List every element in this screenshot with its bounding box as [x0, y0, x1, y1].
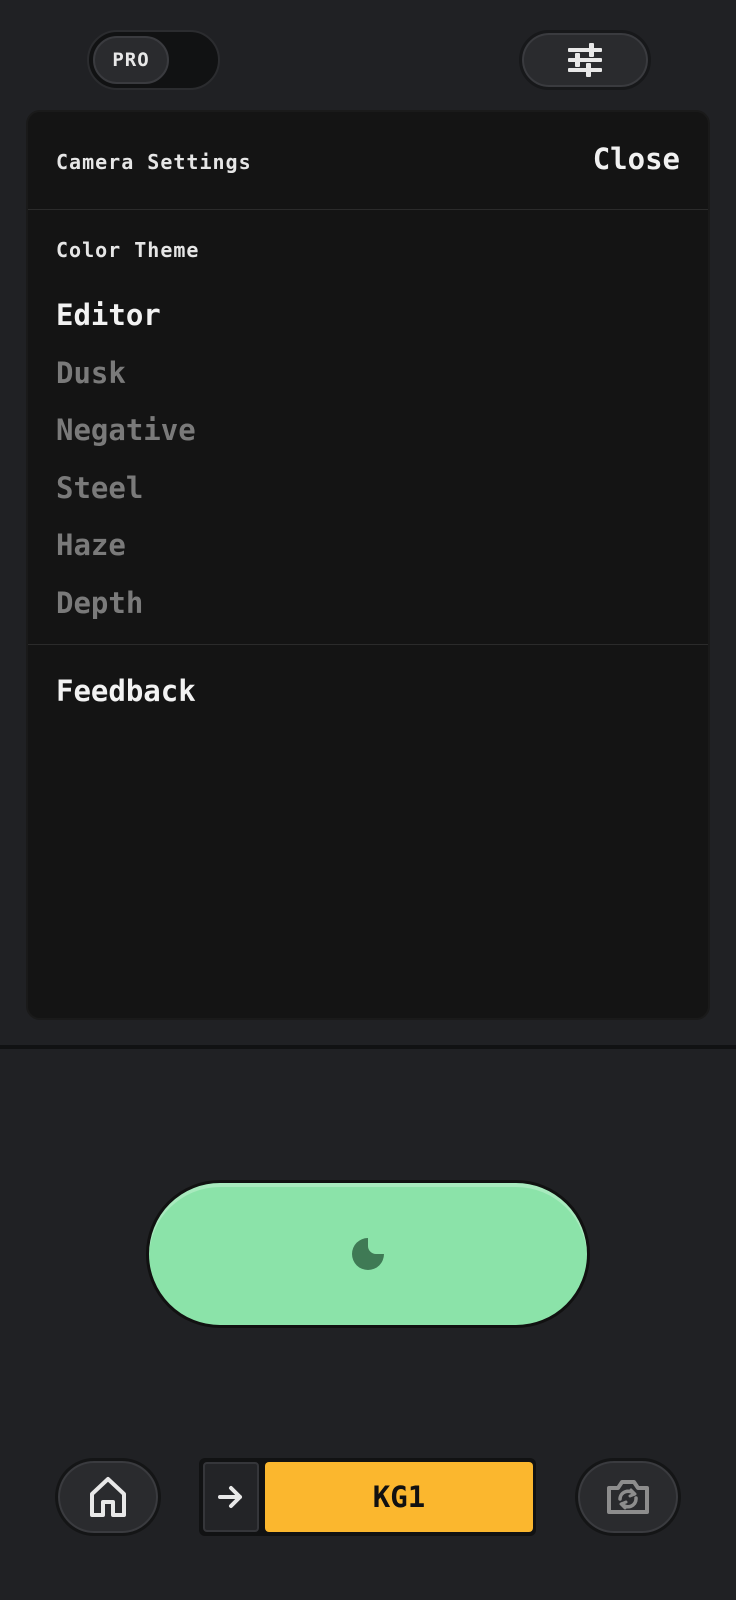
home-icon — [90, 1477, 126, 1517]
camera-flip-icon — [607, 1480, 649, 1514]
theme-option-depth[interactable]: Depth — [56, 575, 196, 633]
theme-option-haze[interactable]: Haze — [56, 517, 196, 575]
home-button[interactable] — [55, 1458, 161, 1536]
color-theme-list: Editor Dusk Negative Steel Haze Depth — [56, 287, 196, 632]
panel-divider — [28, 644, 708, 645]
feedback-link[interactable]: Feedback — [56, 674, 196, 708]
preset-arrow-button[interactable] — [203, 1462, 259, 1532]
theme-option-dusk[interactable]: Dusk — [56, 345, 196, 403]
lens-icon — [352, 1238, 384, 1270]
sliders-icon — [568, 43, 602, 77]
arrow-right-icon — [218, 1486, 242, 1508]
theme-option-editor[interactable]: Editor — [56, 287, 196, 345]
theme-option-steel[interactable]: Steel — [56, 460, 196, 518]
panel-header: Camera Settings Close — [28, 112, 708, 210]
pro-toggle-knob[interactable]: PRO — [93, 36, 169, 84]
preset-selector: KG1 — [199, 1458, 536, 1536]
camera-flip-button[interactable] — [575, 1458, 681, 1536]
pro-toggle[interactable]: PRO — [87, 30, 220, 90]
preset-button[interactable]: KG1 — [265, 1462, 533, 1532]
close-button[interactable]: Close — [593, 142, 680, 176]
panel-separator — [0, 1045, 736, 1049]
settings-button[interactable] — [519, 30, 651, 90]
camera-settings-panel: Camera Settings Close Color Theme Editor… — [26, 110, 710, 1020]
shutter-button[interactable] — [146, 1180, 590, 1328]
color-theme-label: Color Theme — [56, 238, 200, 262]
camera-app-screen: PRO Camera Settings Close Color Theme Ed… — [0, 0, 736, 1600]
panel-title: Camera Settings — [56, 150, 252, 174]
theme-option-negative[interactable]: Negative — [56, 402, 196, 460]
